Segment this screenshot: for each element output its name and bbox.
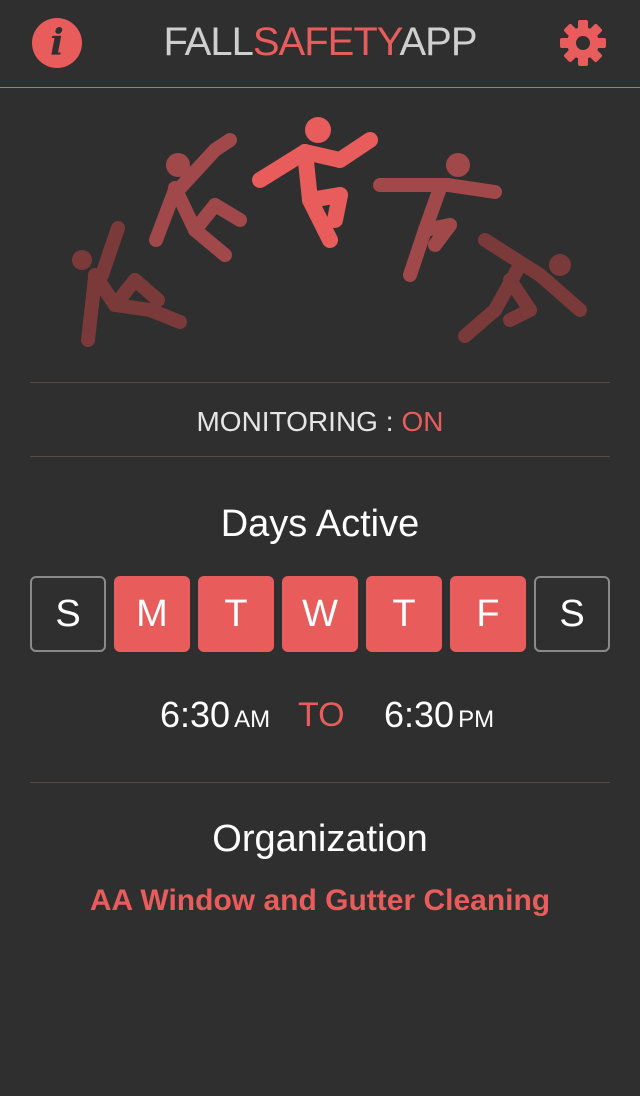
monitoring-value: ON	[401, 406, 444, 437]
start-time[interactable]: 6:30 AM	[160, 690, 270, 745]
days-selector: S M T W T F S	[30, 576, 610, 652]
time-separator: TO	[298, 696, 345, 734]
falling-person-sequence-icon	[72, 117, 587, 347]
schedule-times: 6:30 AM TO 6:30 PM	[0, 690, 640, 740]
day-toggle-monday[interactable]: M	[114, 576, 190, 652]
day-toggle-thursday[interactable]: T	[366, 576, 442, 652]
end-time-value: 6:30	[384, 694, 455, 735]
divider	[30, 382, 610, 383]
settings-button[interactable]	[558, 18, 608, 68]
organization-name[interactable]: AA Window and Gutter Cleaning	[0, 880, 640, 922]
day-toggle-tuesday[interactable]: T	[198, 576, 274, 652]
divider	[30, 782, 610, 783]
start-time-ampm: AM	[234, 706, 271, 733]
end-time[interactable]: 6:30 PM	[384, 690, 494, 745]
app-title-part-3: APP	[399, 20, 477, 64]
days-active-title: Days Active	[220, 503, 420, 545]
organization-title: Organization	[212, 818, 428, 860]
monitoring-status[interactable]: MONITORING : ON	[0, 400, 640, 444]
divider	[30, 456, 610, 457]
day-toggle-saturday[interactable]: S	[534, 576, 610, 652]
app-title: FALLSAFETYAPP	[0, 18, 640, 66]
app-title-part-2: SAFETY	[252, 20, 401, 64]
start-time-value: 6:30	[160, 694, 231, 735]
day-toggle-wednesday[interactable]: W	[282, 576, 358, 652]
monitoring-label: MONITORING :	[196, 406, 394, 437]
app-title-part-1: FALL	[163, 20, 253, 64]
header-bar: i FALLSAFETYAPP	[0, 0, 640, 88]
gear-icon	[560, 20, 606, 66]
day-toggle-sunday[interactable]: S	[30, 576, 106, 652]
day-toggle-friday[interactable]: F	[450, 576, 526, 652]
end-time-ampm: PM	[458, 706, 495, 733]
